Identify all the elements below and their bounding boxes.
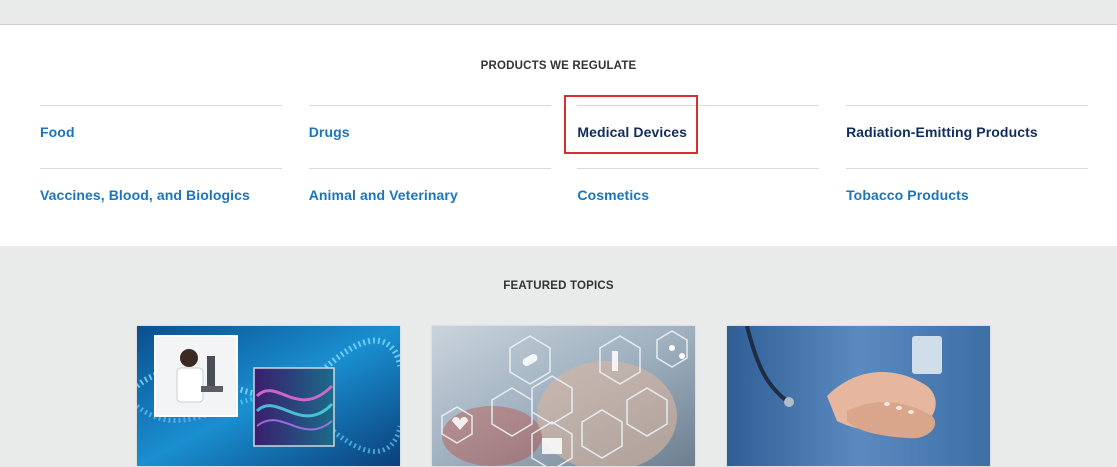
- product-link-tobacco-products[interactable]: Tobacco Products: [846, 187, 969, 203]
- product-cell: Food: [40, 105, 282, 168]
- product-cell: Cosmetics: [577, 168, 820, 231]
- product-link-drugs[interactable]: Drugs: [309, 124, 350, 140]
- featured-heading: FEATURED TOPICS: [503, 280, 614, 292]
- medical-icons-image: [432, 326, 695, 466]
- featured-card[interactable]: [137, 326, 400, 466]
- product-cell: Medical Devices: [577, 105, 820, 168]
- products-grid: Food Drugs Medical Devices Radiation-Emi…: [40, 105, 1089, 231]
- products-section: PRODUCTS WE REGULATE Food Drugs Medical …: [0, 25, 1117, 246]
- product-cell: Drugs: [308, 105, 551, 168]
- product-cell: Tobacco Products: [846, 168, 1089, 231]
- product-cell: Radiation-Emitting Products: [846, 105, 1089, 168]
- featured-card[interactable]: [432, 326, 695, 466]
- nurse-hands-image: [727, 326, 990, 466]
- product-link-animal-veterinary[interactable]: Animal and Veterinary: [309, 187, 458, 203]
- product-cell: Vaccines, Blood, and Biologics: [40, 168, 282, 231]
- product-cell: Animal and Veterinary: [308, 168, 551, 231]
- dna-research-image: [137, 326, 400, 466]
- featured-card[interactable]: [727, 326, 990, 466]
- product-link-vaccines-blood-biologics[interactable]: Vaccines, Blood, and Biologics: [40, 187, 250, 203]
- product-link-radiation-emitting-products[interactable]: Radiation-Emitting Products: [846, 124, 1038, 140]
- featured-cards: [137, 326, 990, 466]
- product-link-medical-devices[interactable]: Medical Devices: [577, 124, 687, 140]
- product-link-cosmetics[interactable]: Cosmetics: [577, 187, 649, 203]
- top-bar: [0, 0, 1117, 25]
- product-link-food[interactable]: Food: [40, 124, 75, 140]
- featured-section: FEATURED TOPICS: [0, 246, 1117, 467]
- products-heading: PRODUCTS WE REGULATE: [480, 60, 637, 72]
